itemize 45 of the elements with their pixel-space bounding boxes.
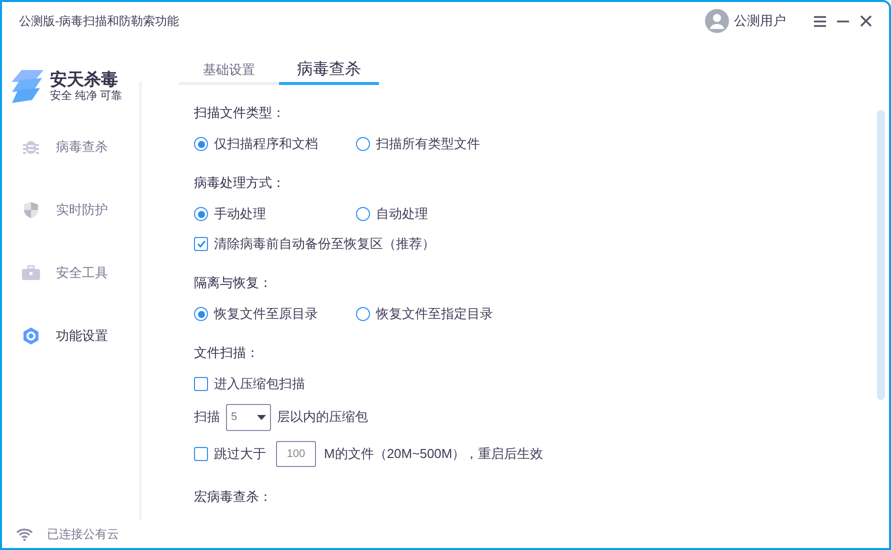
checkbox[interactable] <box>194 237 208 251</box>
minimize-icon[interactable] <box>837 20 849 22</box>
settings-icon <box>22 326 40 344</box>
radio-option[interactable]: 扫描所有类型文件 <box>356 134 480 154</box>
scrollbar-thumb[interactable] <box>877 110 885 400</box>
radio-option[interactable]: 手动处理 <box>194 204 356 224</box>
checkbox[interactable] <box>194 377 208 391</box>
radio-option[interactable]: 仅扫描程序和文档 <box>194 134 356 154</box>
size-label: M的文件（20M~500M），重启后生效 <box>324 445 544 464</box>
section-title: 文件扫描： <box>194 344 259 362</box>
section-title: 病毒处理方式： <box>194 174 285 192</box>
logo-icon <box>12 68 46 104</box>
skip-label: 跳过大于 <box>214 445 266 464</box>
scan-label: 扫描 <box>194 408 220 426</box>
checkbox[interactable] <box>194 447 208 461</box>
depth-select[interactable]: 5 <box>226 404 271 430</box>
window-title: 公测版-病毒扫描和防勒索功能 <box>19 13 179 30</box>
logo-name: 安天杀毒 <box>50 68 119 90</box>
checkmark-icon <box>196 240 206 248</box>
user-menu[interactable]: 公测用户 <box>705 9 786 33</box>
radio-option[interactable]: 恢复文件至指定目录 <box>356 304 493 324</box>
connection-status: 已连接公有云 <box>47 526 119 543</box>
section-title: 扫描文件类型： <box>194 104 285 122</box>
avatar-icon <box>705 9 729 33</box>
sidebar-item[interactable]: 功能设置 <box>2 317 139 354</box>
radio-option[interactable]: 恢复文件至原目录 <box>194 304 356 324</box>
logo-slogan: 安全 纯净 可靠 <box>50 90 122 104</box>
shield-icon <box>23 200 39 218</box>
menu-icon[interactable] <box>814 16 826 26</box>
checkbox-label: 清除病毒前自动备份至恢复区（推荐） <box>214 235 435 254</box>
checkbox-label: 进入压缩包扫描 <box>214 375 305 394</box>
close-icon[interactable] <box>860 15 872 27</box>
dropdown-caret-icon <box>257 414 266 420</box>
sidebar-item[interactable]: 病毒查杀 <box>2 128 139 165</box>
sidebar-item[interactable]: 安全工具 <box>2 254 139 291</box>
radio-option[interactable]: 自动处理 <box>356 204 428 224</box>
wifi-icon <box>16 528 33 540</box>
section-title: 隔离与恢复： <box>194 274 272 292</box>
tab[interactable]: 基础设置 <box>179 58 279 85</box>
toolbox-icon <box>22 264 40 280</box>
sidebar-item[interactable]: 实时防护 <box>2 191 139 228</box>
tab[interactable]: 病毒查杀 <box>279 58 379 85</box>
depth-label: 层以内的压缩包 <box>277 408 368 426</box>
size-input-field[interactable]: 100 <box>276 441 316 467</box>
section-title: 宏病毒查杀： <box>194 488 272 506</box>
